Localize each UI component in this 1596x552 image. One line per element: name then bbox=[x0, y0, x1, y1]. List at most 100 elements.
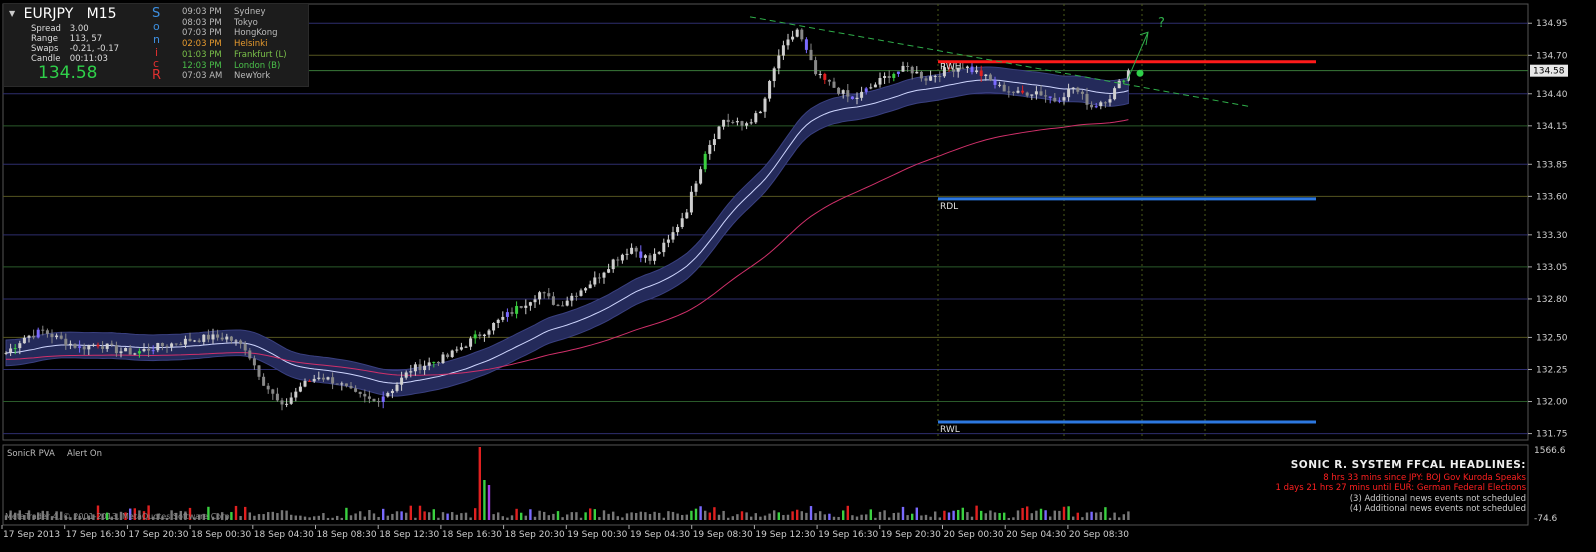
volume-bar bbox=[262, 514, 265, 520]
volume-bar bbox=[317, 515, 320, 520]
volume-bar bbox=[510, 515, 514, 520]
candle-body bbox=[547, 293, 551, 297]
candle-body bbox=[588, 284, 592, 289]
volume-bar bbox=[377, 516, 380, 520]
candle-body bbox=[777, 55, 781, 69]
candle-body bbox=[648, 255, 652, 261]
candle-body bbox=[800, 29, 804, 40]
candle-body bbox=[717, 126, 721, 140]
dropdown-triangle-icon[interactable]: ▼ bbox=[9, 9, 15, 18]
volume-bar bbox=[989, 510, 992, 520]
volume-bar bbox=[754, 513, 757, 520]
candle-body bbox=[482, 334, 486, 337]
volume-bar bbox=[368, 510, 371, 520]
time-tick-label: 18 Sep 04:30 bbox=[254, 530, 314, 540]
candle-body bbox=[745, 123, 749, 126]
sonic-dragon-band bbox=[5, 66, 1129, 397]
volume-bar bbox=[340, 517, 343, 520]
candle-body bbox=[252, 358, 256, 366]
volume-bar bbox=[501, 516, 504, 520]
volume-bar bbox=[694, 508, 698, 520]
candle-body bbox=[887, 76, 891, 78]
candle-body bbox=[308, 380, 312, 382]
time-tick-label: 19 Sep 00:30 bbox=[567, 530, 627, 540]
candle-body bbox=[326, 377, 330, 380]
volume-bar bbox=[1062, 506, 1066, 520]
candle-body bbox=[712, 139, 716, 145]
candle-body bbox=[280, 400, 284, 405]
candle-body bbox=[147, 348, 151, 351]
volume-bar bbox=[736, 514, 739, 520]
candle-body bbox=[321, 377, 325, 380]
volume-bar bbox=[437, 517, 440, 520]
news-headlines: SONIC R. SYSTEM FFCAL HEADLINES: 8 hrs 3… bbox=[1275, 460, 1526, 515]
candle-body bbox=[413, 364, 417, 372]
candle-body bbox=[625, 253, 629, 255]
candle-body bbox=[639, 251, 643, 258]
price-axis: 134.95 134.70 134.40 134.15 133.85 133.60 133.… bbox=[1528, 19, 1568, 440]
candle-body bbox=[827, 79, 831, 82]
time-tick-label: 18 Sep 08:30 bbox=[317, 530, 377, 540]
candle-body bbox=[202, 334, 206, 342]
candle-body bbox=[156, 342, 160, 351]
volume-bar bbox=[239, 516, 242, 520]
candle-body bbox=[216, 334, 220, 338]
candle-body bbox=[1016, 90, 1020, 93]
volume-bar bbox=[980, 510, 983, 520]
candle-body bbox=[538, 292, 542, 300]
volume-bar bbox=[1049, 516, 1052, 520]
sonic-letter-r: R bbox=[152, 68, 162, 83]
candle-body bbox=[781, 45, 785, 56]
news-line: (3) Additional news events not scheduled bbox=[1349, 493, 1526, 504]
candle-body bbox=[358, 391, 362, 394]
session-time: 12:03 PM bbox=[182, 60, 222, 71]
candle-body bbox=[505, 312, 509, 317]
current-price-tag-label: 134.58 bbox=[1533, 67, 1565, 77]
candle-body bbox=[809, 49, 813, 61]
candle-body bbox=[142, 348, 146, 352]
volume-bar bbox=[878, 511, 882, 520]
candle-body bbox=[271, 389, 275, 394]
candle-body bbox=[722, 119, 726, 127]
volume-bar bbox=[984, 513, 987, 520]
volume-bar bbox=[418, 505, 422, 520]
volume-bar bbox=[888, 517, 891, 520]
candle-body bbox=[446, 354, 450, 357]
volume-bar bbox=[464, 512, 468, 520]
volume-bar bbox=[648, 514, 652, 520]
candle-body bbox=[496, 319, 500, 323]
session-city: Helsinki bbox=[234, 39, 268, 50]
candle-body bbox=[197, 340, 201, 342]
candle-body bbox=[602, 272, 606, 278]
spread-value: 3.00 bbox=[69, 24, 89, 34]
volume-bar bbox=[474, 508, 477, 520]
volume-bar bbox=[800, 511, 803, 520]
candle-body bbox=[432, 361, 436, 363]
volume-bar bbox=[556, 511, 560, 520]
candle-body bbox=[786, 39, 790, 46]
volume-bar bbox=[1030, 513, 1033, 520]
candle-body bbox=[303, 380, 307, 387]
volume-bar bbox=[520, 512, 523, 520]
candle-body bbox=[694, 183, 698, 192]
candle-body bbox=[676, 226, 680, 233]
sonic-letter-n: n bbox=[153, 33, 160, 46]
volume-bar bbox=[285, 510, 288, 520]
candle-body bbox=[211, 334, 215, 340]
candle-body bbox=[542, 292, 546, 294]
news-line: 8 hrs 33 mins since JPY: BOJ Gov Kuroda … bbox=[1323, 472, 1526, 483]
candle-body bbox=[666, 239, 670, 243]
volume-bar bbox=[1113, 512, 1116, 520]
time-tick-label: 17 Sep 20:30 bbox=[128, 530, 188, 540]
volume-bar bbox=[1076, 512, 1079, 520]
range-label: Range bbox=[31, 34, 58, 44]
volume-bar bbox=[336, 515, 339, 520]
candle-body bbox=[87, 345, 91, 350]
volume-bar bbox=[920, 515, 923, 520]
volume-bar bbox=[851, 515, 854, 520]
symbol-title[interactable]: ▼ EURJPY M15 bbox=[9, 6, 117, 22]
volume-bar bbox=[773, 510, 776, 520]
candle-body bbox=[441, 354, 445, 364]
candle-body bbox=[395, 384, 399, 391]
candle-body bbox=[556, 304, 560, 306]
